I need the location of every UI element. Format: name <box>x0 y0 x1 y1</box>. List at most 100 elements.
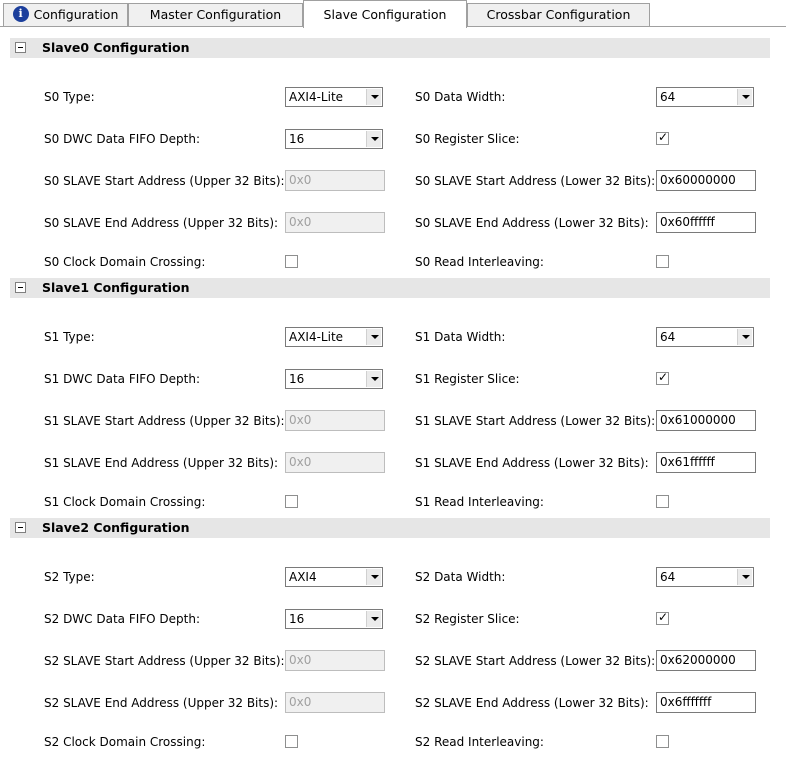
s2-register-slice-checkbox[interactable]: ✓ <box>656 610 669 625</box>
s1-fifo-depth-label: S1 DWC Data FIFO Depth: <box>44 372 201 386</box>
tab-label: Configuration <box>33 7 119 22</box>
s1-start-lower-field[interactable]: 0x61000000 <box>656 410 756 431</box>
tab-label: Crossbar Configuration <box>486 7 631 22</box>
tab-label: Slave Configuration <box>323 7 447 22</box>
s0-type-select[interactable]: AXI4-Lite <box>285 87 383 107</box>
s1-fifo-depth-select-value: 16 <box>289 372 305 386</box>
s2-read-interleaving-label: S2 Read Interleaving: <box>415 735 544 749</box>
tab-label: Master Configuration <box>149 7 282 22</box>
s2-cdc-label: S2 Clock Domain Crossing: <box>44 735 206 749</box>
chevron-down-icon[interactable] <box>366 371 381 387</box>
s2-data-width-label: S2 Data Width: <box>415 570 506 584</box>
s1-register-slice-checkbox[interactable]: ✓ <box>656 370 669 385</box>
section-title: Slave1 Configuration <box>42 280 190 295</box>
s2-end-upper-field: 0x0 <box>285 692 385 713</box>
checkmark-icon: ✓ <box>658 130 669 144</box>
chevron-down-icon[interactable] <box>366 329 381 345</box>
chevron-down-icon[interactable] <box>737 569 752 585</box>
s0-end-upper-label: S0 SLAVE End Address (Upper 32 Bits): <box>44 216 279 230</box>
section-header-s1: Slave1 Configuration <box>10 278 770 298</box>
s0-register-slice-label: S0 Register Slice: <box>415 132 520 146</box>
s0-start-upper-field: 0x0 <box>285 170 385 191</box>
s1-fifo-depth-select[interactable]: 16 <box>285 369 383 389</box>
s2-register-slice-label: S2 Register Slice: <box>415 612 520 626</box>
s0-start-lower-field[interactable]: 0x60000000 <box>656 170 756 191</box>
s2-start-upper-field: 0x0 <box>285 650 385 671</box>
s2-data-width-select-value: 64 <box>660 570 676 584</box>
s0-end-lower-field[interactable]: 0x60ffffff <box>656 212 756 233</box>
s0-type-label: S0 Type: <box>44 90 95 104</box>
section-title: Slave2 Configuration <box>42 520 190 535</box>
s2-data-width-select[interactable]: 64 <box>656 567 754 587</box>
s0-data-width-select[interactable]: 64 <box>656 87 754 107</box>
s1-end-lower-label: S1 SLAVE End Address (Lower 32 Bits): <box>415 456 649 470</box>
s0-read-interleaving-checkbox[interactable] <box>656 255 669 268</box>
collapse-icon[interactable] <box>15 42 26 53</box>
s0-fifo-depth-label: S0 DWC Data FIFO Depth: <box>44 132 201 146</box>
collapse-icon[interactable] <box>15 522 26 533</box>
tab-slave-configuration[interactable]: Slave Configuration <box>303 0 467 28</box>
chevron-down-icon[interactable] <box>366 569 381 585</box>
section-title: Slave0 Configuration <box>42 40 190 55</box>
s2-type-select[interactable]: AXI4 <box>285 567 383 587</box>
s0-end-lower-label: S0 SLAVE End Address (Lower 32 Bits): <box>415 216 649 230</box>
s1-data-width-select-value: 64 <box>660 330 676 344</box>
s1-data-width-select[interactable]: 64 <box>656 327 754 347</box>
chevron-down-icon[interactable] <box>366 89 381 105</box>
s1-start-lower-label: S1 SLAVE Start Address (Lower 32 Bits): <box>415 414 656 428</box>
s0-data-width-label: S0 Data Width: <box>415 90 506 104</box>
tab-bar: i Configuration Master Configuration Slav… <box>0 0 786 28</box>
s2-start-lower-field[interactable]: 0x62000000 <box>656 650 756 671</box>
s2-end-lower-label: S2 SLAVE End Address (Lower 32 Bits): <box>415 696 649 710</box>
s1-type-select-value: AXI4-Lite <box>289 330 344 344</box>
s2-fifo-depth-label: S2 DWC Data FIFO Depth: <box>44 612 201 626</box>
s2-read-interleaving-checkbox[interactable] <box>656 735 669 748</box>
s1-end-upper-label: S1 SLAVE End Address (Upper 32 Bits): <box>44 456 279 470</box>
s2-fifo-depth-select-value: 16 <box>289 612 305 626</box>
s0-start-lower-label: S0 SLAVE Start Address (Lower 32 Bits): <box>415 174 656 188</box>
s1-end-upper-field: 0x0 <box>285 452 385 473</box>
s0-type-select-value: AXI4-Lite <box>289 90 344 104</box>
s1-register-slice-label: S1 Register Slice: <box>415 372 520 386</box>
tab-configuration[interactable]: i Configuration <box>3 3 128 26</box>
checkmark-icon: ✓ <box>658 370 669 384</box>
s1-end-lower-field[interactable]: 0x61ffffff <box>656 452 756 473</box>
s2-cdc-checkbox[interactable] <box>285 735 298 748</box>
checkmark-icon: ✓ <box>658 610 669 624</box>
s1-cdc-checkbox[interactable] <box>285 495 298 508</box>
s1-cdc-label: S1 Clock Domain Crossing: <box>44 495 206 509</box>
s0-cdc-checkbox[interactable] <box>285 255 298 268</box>
s0-start-upper-label: S0 SLAVE Start Address (Upper 32 Bits): <box>44 174 285 188</box>
info-icon: i <box>12 5 29 22</box>
section-header-s0: Slave0 Configuration <box>10 38 770 58</box>
chevron-down-icon[interactable] <box>366 131 381 147</box>
chevron-down-icon[interactable] <box>737 89 752 105</box>
s0-end-upper-field: 0x0 <box>285 212 385 233</box>
s1-type-select[interactable]: AXI4-Lite <box>285 327 383 347</box>
s1-read-interleaving-checkbox[interactable] <box>656 495 669 508</box>
s2-end-lower-field[interactable]: 0x6fffffff <box>656 692 756 713</box>
s0-fifo-depth-select[interactable]: 16 <box>285 129 383 149</box>
chevron-down-icon[interactable] <box>737 329 752 345</box>
tab-crossbar-configuration[interactable]: Crossbar Configuration <box>467 3 650 26</box>
s2-start-lower-label: S2 SLAVE Start Address (Lower 32 Bits): <box>415 654 656 668</box>
s1-start-upper-label: S1 SLAVE Start Address (Upper 32 Bits): <box>44 414 285 428</box>
s2-type-select-value: AXI4 <box>289 570 317 584</box>
s2-fifo-depth-select[interactable]: 16 <box>285 609 383 629</box>
s2-type-label: S2 Type: <box>44 570 95 584</box>
tab-master-configuration[interactable]: Master Configuration <box>128 3 303 26</box>
s2-start-upper-label: S2 SLAVE Start Address (Upper 32 Bits): <box>44 654 285 668</box>
chevron-down-icon[interactable] <box>366 611 381 627</box>
s0-data-width-select-value: 64 <box>660 90 676 104</box>
s0-register-slice-checkbox[interactable]: ✓ <box>656 130 669 145</box>
s0-read-interleaving-label: S0 Read Interleaving: <box>415 255 544 269</box>
s1-data-width-label: S1 Data Width: <box>415 330 506 344</box>
section-header-s2: Slave2 Configuration <box>10 518 770 538</box>
s0-cdc-label: S0 Clock Domain Crossing: <box>44 255 206 269</box>
s2-end-upper-label: S2 SLAVE End Address (Upper 32 Bits): <box>44 696 279 710</box>
s1-read-interleaving-label: S1 Read Interleaving: <box>415 495 544 509</box>
s1-start-upper-field: 0x0 <box>285 410 385 431</box>
s0-fifo-depth-select-value: 16 <box>289 132 305 146</box>
collapse-icon[interactable] <box>15 282 26 293</box>
s1-type-label: S1 Type: <box>44 330 95 344</box>
